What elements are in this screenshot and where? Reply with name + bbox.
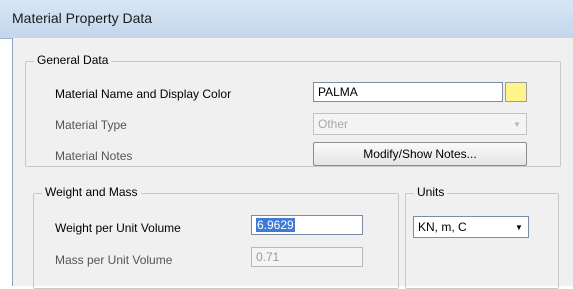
material-notes-label: Material Notes (55, 149, 133, 163)
material-type-value: Other (318, 117, 349, 131)
units-value: KN, m, C (418, 220, 467, 234)
weight-and-mass-group-label: Weight and Mass (42, 185, 141, 199)
weight-per-unit-volume-label: Weight per Unit Volume (55, 221, 181, 235)
chevron-down-icon: ▼ (513, 119, 521, 129)
units-group-label: Units (414, 185, 448, 199)
window-title: Material Property Data (12, 10, 153, 26)
units-select[interactable]: KN, m, C ▼ (413, 216, 529, 238)
display-color-swatch[interactable] (505, 82, 527, 102)
material-type-label: Material Type (55, 118, 127, 132)
material-name-value: PALMA (318, 85, 358, 99)
weight-per-unit-volume-input[interactable]: 6.9629 (251, 215, 363, 235)
mass-per-unit-volume-value: 0.71 (256, 250, 280, 264)
material-property-dialog: General Data Material Name and Display C… (12, 38, 573, 289)
chevron-down-icon: ▼ (515, 222, 523, 232)
general-data-group-label: General Data (34, 53, 112, 67)
material-type-select: Other ▼ (313, 113, 527, 135)
units-group: Units (405, 185, 559, 289)
material-name-input[interactable]: PALMA (313, 82, 503, 102)
mass-per-unit-volume-input: 0.71 (251, 247, 363, 267)
modify-show-notes-button[interactable]: Modify/Show Notes... (313, 142, 527, 166)
weight-per-unit-volume-value: 6.9629 (256, 218, 295, 232)
mass-per-unit-volume-label: Mass per Unit Volume (55, 253, 173, 267)
material-name-label: Material Name and Display Color (55, 87, 232, 101)
title-bar[interactable]: Material Property Data (0, 0, 573, 39)
weight-and-mass-group: Weight and Mass (33, 185, 399, 289)
